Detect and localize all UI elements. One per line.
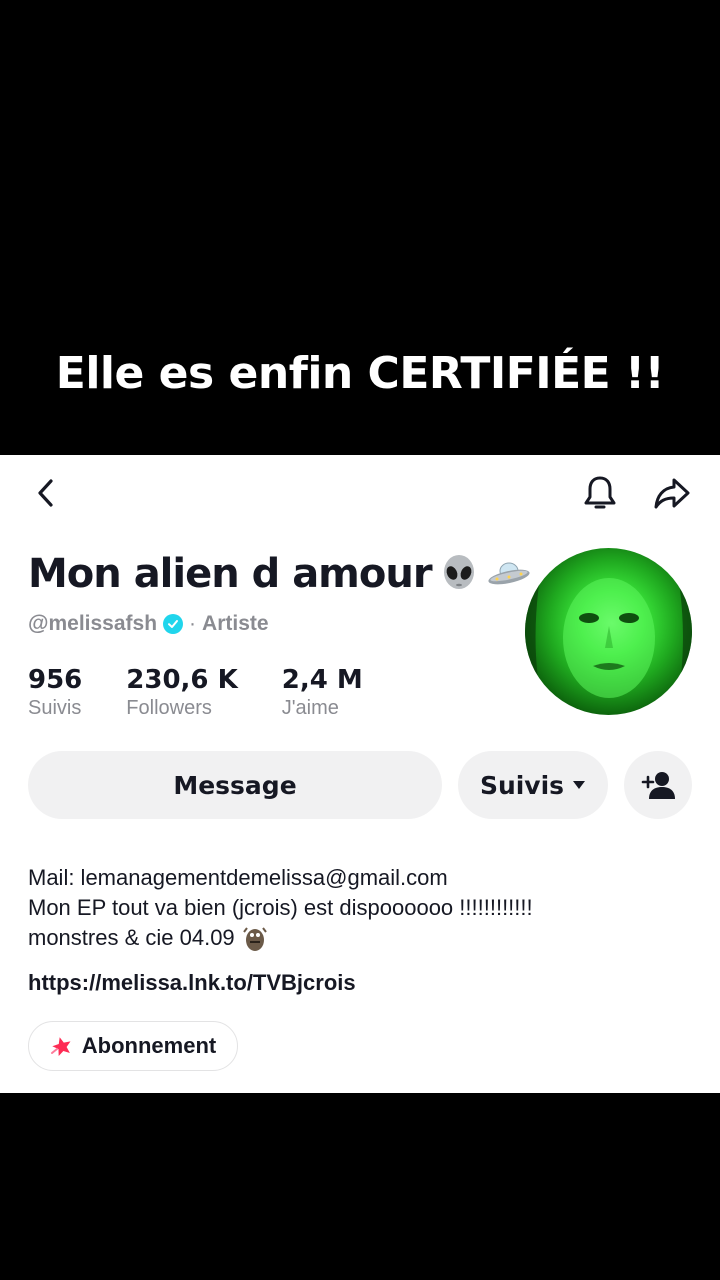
stats-row: 956 Suivis 230,6 K Followers 2,4 M J'aim… — [28, 665, 363, 720]
back-button[interactable] — [24, 471, 68, 515]
share-button[interactable] — [650, 471, 694, 515]
username-handle: @melissafsh — [28, 612, 158, 635]
stat-followers[interactable]: 230,6 K Followers — [126, 665, 237, 720]
handle-separator: · — [189, 612, 197, 635]
ufo-emoji-icon — [486, 559, 532, 589]
display-name: Mon alien d amour — [28, 551, 433, 597]
add-user-icon — [641, 772, 675, 799]
handle-row: @melissafsh · Artiste — [28, 612, 269, 636]
bell-icon — [584, 476, 616, 509]
top-bar — [0, 455, 720, 535]
monster-emoji-icon — [242, 927, 267, 951]
stat-likes-label: J'aime — [281, 697, 339, 719]
stat-following-value: 956 — [28, 665, 83, 695]
bio-line-ep: Mon EP tout va bien (jcrois) est dispooo… — [28, 895, 533, 920]
notification-button[interactable] — [578, 471, 622, 515]
stat-likes-value: 2,4 M — [281, 665, 363, 695]
video-caption-overlay: Elle es enfin CERTIFIÉE !! — [55, 348, 665, 399]
alien-emoji-icon — [440, 555, 478, 593]
action-buttons: Message Suivis — [28, 751, 692, 821]
caret-down-icon — [573, 781, 586, 789]
stat-followers-label: Followers — [126, 697, 212, 719]
message-button-label: Message — [173, 770, 297, 800]
account-category: Artiste — [202, 612, 269, 635]
bio-line-date: monstres & cie 04.09 — [28, 925, 235, 950]
stat-following-label: Suivis — [28, 697, 82, 719]
profile-avatar[interactable] — [525, 548, 692, 715]
display-name-row: Mon alien d amour — [28, 551, 532, 597]
chevron-left-icon — [38, 479, 53, 507]
star-icon — [50, 1037, 71, 1057]
following-dropdown-button[interactable]: Suivis — [458, 751, 608, 819]
verified-badge-icon — [163, 614, 184, 634]
subscription-button[interactable]: Abonnement — [28, 1021, 238, 1071]
stat-following[interactable]: 956 Suivis — [28, 665, 82, 720]
suggest-accounts-button[interactable] — [624, 751, 692, 819]
bio-line-date-row: monstres & cie 04.09 — [28, 923, 533, 953]
share-arrow-icon — [654, 478, 690, 509]
bio-line-email: Mail: lemanagementdemelissa@gmail.com — [28, 865, 448, 890]
subscription-label: Abonnement — [81, 1033, 217, 1058]
bio-link[interactable]: https://melissa.lnk.to/TVBjcrois — [28, 970, 356, 996]
stat-followers-value: 230,6 K — [126, 665, 238, 695]
following-button-label: Suivis — [479, 770, 565, 800]
profile-bio: Mail: lemanagementdemelissa@gmail.com Mo… — [28, 863, 533, 953]
profile-card: Mon alien d amour @melissafsh · Artiste … — [0, 455, 720, 1093]
stat-likes[interactable]: 2,4 M J'aime — [282, 665, 363, 720]
message-button[interactable]: Message — [28, 751, 442, 819]
